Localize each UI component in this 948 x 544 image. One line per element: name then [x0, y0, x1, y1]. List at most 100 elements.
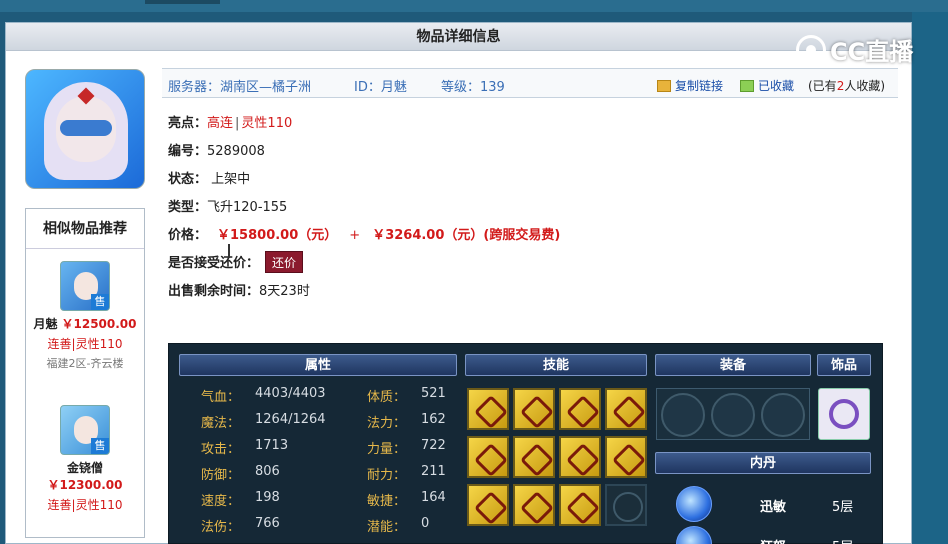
similar-item-price-row: ￥12300.00: [26, 476, 144, 493]
neidan-row[interactable]: 迅敏 5层: [676, 486, 866, 522]
level-value: 139: [480, 80, 505, 95]
similar-tag: 灵性110: [75, 498, 123, 512]
skill-icon[interactable]: [513, 484, 555, 526]
attribute-label: 攻击：: [201, 442, 241, 457]
attribute-value: 722: [421, 438, 446, 453]
equipment-header: 装备: [655, 354, 811, 376]
skill-icon[interactable]: [513, 436, 555, 478]
attribute-label: 敏捷：: [367, 494, 407, 509]
similar-item-name: 金铙僧: [66, 461, 103, 475]
highlight-label: 亮点：: [168, 116, 208, 131]
neidan-level: 5层: [832, 536, 853, 544]
attribute-label: 防御：: [201, 468, 241, 483]
price-label: 价格：: [168, 228, 208, 243]
attribute-value: 4403/4403: [255, 386, 326, 401]
similar-tag: 连善: [47, 498, 72, 512]
status-row: 状态： 上架中: [168, 166, 560, 194]
similar-item-tags: 连善|灵性110: [47, 498, 123, 512]
attribute-label: 耐力：: [367, 468, 407, 483]
skill-icon[interactable]: [559, 484, 601, 526]
tab-stub[interactable]: [145, 0, 220, 4]
page-title: 物品详细信息: [6, 23, 911, 51]
type-row: 类型：飞升120-155: [168, 194, 560, 222]
server-value: 湖南区—橘子洲: [220, 80, 312, 95]
similar-item-name: 月魅: [33, 317, 58, 331]
server-label: 服务器：湖南区—橘子洲: [168, 76, 311, 95]
attribute-value: 164: [421, 490, 446, 505]
empty-skill-slot[interactable]: [605, 484, 647, 526]
highlight-tag: 灵性110: [241, 116, 293, 131]
attribute-label: 气血：: [201, 390, 241, 405]
highlight-tag: 高连: [207, 116, 234, 131]
skill-icon[interactable]: [559, 436, 601, 478]
server-label-text: 服务器：: [168, 80, 221, 95]
serial-label: 编号：: [168, 144, 208, 159]
neidan-name: 狂怒: [760, 536, 786, 544]
attribute-label: 力量：: [367, 442, 407, 457]
right-band: [912, 12, 948, 544]
fav-prefix: (已有: [808, 79, 837, 93]
equipment-slot[interactable]: [661, 393, 705, 437]
similar-item[interactable]: 售 金铙僧 ￥12300.00 连善|灵性110: [26, 405, 144, 537]
remaining-time-label: 出售剩余时间：: [168, 284, 260, 299]
favorite-icon: [740, 79, 754, 92]
neidan-orb-icon: [676, 486, 712, 522]
id-label: ID：月魅: [354, 76, 407, 95]
attribute-label: 速度：: [201, 494, 241, 509]
neidan-header: 内丹: [655, 452, 871, 474]
equipment-slot[interactable]: [761, 393, 805, 437]
similar-item-name-row: 月魅 ￥12500.00: [26, 315, 144, 332]
type-value: 飞升120-155: [207, 200, 288, 215]
top-bar: [0, 0, 948, 12]
similar-item-thumbnail[interactable]: 售: [60, 261, 110, 311]
cross-server-fee: ￥3264.00（元）(跨服交易费): [372, 228, 561, 243]
attribute-value: 766: [255, 516, 280, 531]
counter-offer-label: 是否接受还价：: [168, 256, 260, 271]
similar-item-price: ￥12300.00: [47, 478, 123, 492]
attribute-value: 198: [255, 490, 280, 505]
price-value: ￥15800.00（元）: [217, 228, 338, 243]
serial-value: 5289008: [207, 144, 265, 159]
attribute-value: 1713: [255, 438, 289, 453]
similar-item[interactable]: 售 月魅 ￥12500.00 连善|灵性110 福建2区-齐云楼: [26, 261, 144, 393]
copy-link-icon: [657, 79, 671, 92]
skill-icon[interactable]: [513, 388, 555, 430]
price-row: 价格： ￥15800.00（元） + ￥3264.00（元）(跨服交易费): [168, 222, 560, 250]
accessory-slot[interactable]: [818, 388, 870, 440]
similar-item-price: ￥12500.00: [61, 317, 137, 331]
attribute-value: 521: [421, 386, 446, 401]
watermark-text: CC直播: [830, 38, 914, 66]
copy-link-button[interactable]: 复制链接: [657, 77, 723, 94]
neidan-row[interactable]: 狂怒 5层: [676, 526, 866, 544]
cc-logo-icon: [796, 34, 826, 65]
skill-icon[interactable]: [559, 388, 601, 430]
skill-icon[interactable]: [467, 484, 509, 526]
id-label-text: ID：: [354, 80, 381, 95]
favorited-text: 已收藏: [758, 79, 795, 93]
similar-item-server: 福建2区-齐云楼: [46, 357, 124, 370]
tag-separator: |: [235, 116, 240, 131]
similar-item-name-row: 金铙僧: [26, 459, 144, 476]
level-label-text: 等级：: [441, 80, 481, 95]
skill-icon[interactable]: [467, 436, 509, 478]
skill-icon[interactable]: [467, 388, 509, 430]
equipment-slot[interactable]: [711, 393, 755, 437]
skill-icon[interactable]: [605, 436, 647, 478]
favorited-button[interactable]: 已收藏: [740, 77, 794, 94]
text-cursor: [228, 244, 230, 258]
skill-icon[interactable]: [605, 388, 647, 430]
sale-badge: 售: [91, 294, 109, 310]
status-value: 上架中: [211, 172, 251, 187]
info-bar: 服务器：湖南区—橘子洲 ID：月魅 等级：139 复制链接 已收藏 (已有2人收…: [162, 68, 898, 98]
attribute-label: 魔法：: [201, 416, 241, 431]
accessory-icon: [829, 399, 859, 429]
status-label: 状态：: [168, 172, 208, 187]
attributes-header: 属性: [179, 354, 457, 376]
fav-suffix: 人收藏): [844, 79, 886, 93]
similar-item-thumbnail[interactable]: 售: [60, 405, 110, 455]
attribute-value: 211: [421, 464, 446, 479]
remaining-time-value: 8天23时: [259, 284, 310, 299]
attribute-label: 体质：: [367, 390, 407, 405]
counter-offer-button[interactable]: 还价: [265, 251, 304, 273]
serial-row: 编号：5289008: [168, 138, 560, 166]
